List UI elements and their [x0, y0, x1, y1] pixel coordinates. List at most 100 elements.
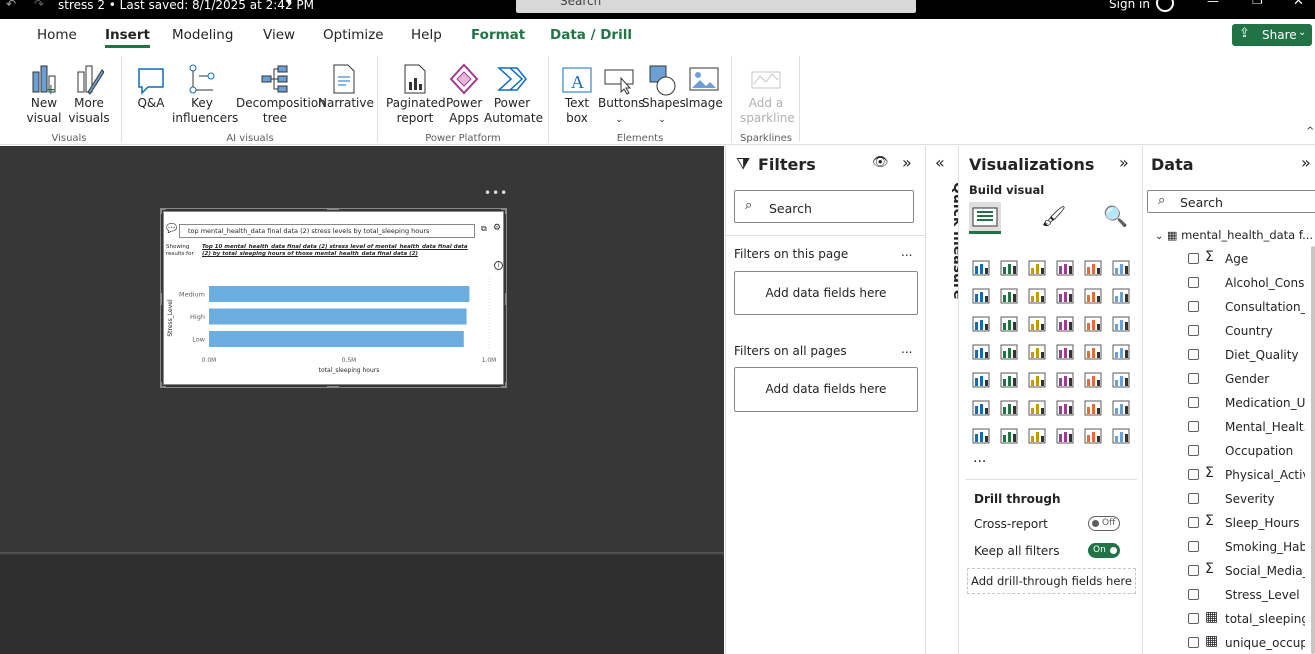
- map-visual-icon[interactable]: [999, 342, 1019, 362]
- undo-icon[interactable]: ↶: [6, 0, 16, 11]
- quick-measure-pane[interactable]: « Quick measure: [925, 146, 966, 654]
- field-checkbox[interactable]: [1188, 277, 1199, 288]
- field-checkbox[interactable]: [1188, 493, 1199, 504]
- share-button[interactable]: ⇪ Share ⌄: [1232, 24, 1312, 46]
- clustered-bar-visual-icon[interactable]: [1027, 258, 1047, 278]
- field-item[interactable]: Severity: [1143, 487, 1315, 511]
- image-button[interactable]: Image: [684, 58, 724, 111]
- 100-column-visual-icon[interactable]: [1111, 258, 1131, 278]
- resize-handle[interactable]: [501, 208, 507, 214]
- cross-report-toggle[interactable]: Off: [1088, 516, 1120, 531]
- field-item[interactable]: Diet_Quality: [1143, 343, 1315, 367]
- shapes-button[interactable]: Shapes ⌄: [642, 58, 686, 128]
- 100-bar-visual-icon[interactable]: [1083, 258, 1103, 278]
- matrix-visual-icon[interactable]: [1083, 370, 1103, 390]
- donut-visual-icon[interactable]: [1111, 314, 1131, 334]
- field-checkbox[interactable]: [1188, 253, 1199, 264]
- more-options-icon[interactable]: •••: [484, 186, 508, 200]
- ribbon-visual-icon[interactable]: [1055, 286, 1075, 306]
- eye-icon[interactable]: 👁: [872, 155, 889, 170]
- field-checkbox[interactable]: [1188, 613, 1199, 624]
- field-checkbox[interactable]: [1188, 301, 1199, 312]
- drill-through-drop[interactable]: Add drill-through fields here: [967, 568, 1136, 594]
- field-item[interactable]: Alcohol_Cons...: [1143, 271, 1315, 295]
- text-box-button[interactable]: A Text box: [559, 58, 595, 126]
- automate-2-visual-icon[interactable]: [1111, 426, 1131, 446]
- pie-visual-icon[interactable]: [1083, 314, 1103, 334]
- field-checkbox[interactable]: [1188, 469, 1199, 480]
- field-item[interactable]: Gender: [1143, 367, 1315, 391]
- collapse-data-icon[interactable]: »: [1301, 153, 1311, 172]
- goals-visual-icon[interactable]: [1111, 398, 1131, 418]
- filled-map-visual-icon[interactable]: [1027, 342, 1047, 362]
- tab-modeling[interactable]: Modeling: [172, 27, 233, 43]
- table-visual-icon[interactable]: [1055, 370, 1075, 390]
- clustered-column-visual-icon[interactable]: [1055, 258, 1075, 278]
- convert-visual-icon[interactable]: ⧉: [481, 224, 487, 234]
- format-visual-icon[interactable]: 🖌: [1041, 204, 1066, 228]
- power-automate-button[interactable]: Power Automate: [484, 58, 543, 126]
- qa-visual[interactable]: 💬 top mental_health_data final data (2) …: [163, 211, 504, 385]
- field-checkbox[interactable]: [1188, 325, 1199, 336]
- area-visual-icon[interactable]: [999, 286, 1019, 306]
- field-item[interactable]: Σ Age: [1143, 247, 1315, 271]
- minimize-icon[interactable]: —: [1207, 0, 1219, 8]
- kpi-visual-icon[interactable]: [999, 370, 1019, 390]
- tab-view[interactable]: View: [263, 27, 295, 43]
- stacked-area-visual-icon[interactable]: [1027, 286, 1047, 306]
- r-visual-visual-icon[interactable]: [1111, 370, 1131, 390]
- treemap-visual-icon[interactable]: [971, 342, 991, 362]
- resize-handle[interactable]: [160, 293, 162, 305]
- scatter-visual-icon[interactable]: [1055, 314, 1075, 334]
- resize-handle[interactable]: [160, 382, 166, 388]
- collapse-ribbon-icon[interactable]: ^: [1306, 126, 1314, 137]
- resize-handle[interactable]: [160, 208, 166, 214]
- field-checkbox[interactable]: [1188, 541, 1199, 552]
- field-item[interactable]: ▦ unique_occup...: [1143, 631, 1315, 654]
- field-item[interactable]: Occupation: [1143, 439, 1315, 463]
- new-visual-button[interactable]: + New visual: [26, 58, 62, 126]
- funnel-visual-icon[interactable]: [1027, 314, 1047, 334]
- resize-handle[interactable]: [327, 386, 339, 388]
- analytics-icon[interactable]: 🔍: [1103, 204, 1128, 228]
- settings-icon[interactable]: ⚙: [493, 223, 501, 233]
- field-item[interactable]: Σ Sleep_Hours: [1143, 511, 1315, 535]
- more-visuals-ellipsis[interactable]: ...: [973, 450, 986, 466]
- field-item[interactable]: Smoking_Habit: [1143, 535, 1315, 559]
- slicer-visual-icon[interactable]: [1027, 370, 1047, 390]
- field-item[interactable]: Country: [1143, 319, 1315, 343]
- waterfall-visual-icon[interactable]: [1083, 286, 1103, 306]
- field-item[interactable]: Σ Social_Media_...: [1143, 559, 1315, 583]
- field-item[interactable]: Σ Physical_Activi...: [1143, 463, 1315, 487]
- maximize-icon[interactable]: ❐: [1252, 0, 1263, 7]
- field-checkbox[interactable]: [1188, 589, 1199, 600]
- tab-format[interactable]: Format: [471, 27, 525, 43]
- resize-handle[interactable]: [327, 208, 339, 210]
- power-apps-2-visual-icon[interactable]: [1083, 426, 1103, 446]
- filters-this-page-more[interactable]: ...: [901, 245, 912, 259]
- azure-map-visual-icon[interactable]: [1055, 342, 1075, 362]
- qa-question-box[interactable]: top mental_health_data final data (2) st…: [179, 224, 475, 238]
- data-search-input[interactable]: ⌕ Search: [1147, 190, 1315, 213]
- redo-icon[interactable]: ↷: [34, 0, 44, 11]
- tab-help[interactable]: Help: [411, 27, 442, 43]
- field-checkbox[interactable]: [1188, 421, 1199, 432]
- multi-card-visual-icon[interactable]: [971, 370, 991, 390]
- tab-insert[interactable]: Insert: [105, 27, 150, 48]
- resize-handle[interactable]: [501, 382, 507, 388]
- card-visual-icon[interactable]: [1111, 342, 1131, 362]
- field-checkbox[interactable]: [1188, 637, 1199, 648]
- field-checkbox[interactable]: [1188, 445, 1199, 456]
- field-item[interactable]: ▦ total_sleeping...: [1143, 607, 1315, 631]
- key-influencers-visual-icon[interactable]: [999, 398, 1019, 418]
- filters-search-input[interactable]: ⌕ Search: [734, 190, 914, 223]
- filters-all-pages-more[interactable]: ...: [901, 342, 912, 356]
- buttons-button[interactable]: Buttons ⌄: [598, 58, 644, 128]
- tab-home[interactable]: Home: [37, 27, 77, 43]
- python-visual-visual-icon[interactable]: [971, 398, 991, 418]
- power-automate-visual-icon[interactable]: [1027, 426, 1047, 446]
- paginated-report-button[interactable]: Paginated report: [386, 58, 446, 126]
- key-influencers-button[interactable]: Key influencers: [172, 58, 238, 126]
- close-icon[interactable]: ✕: [1293, 0, 1304, 9]
- avatar-icon[interactable]: [1156, 0, 1174, 12]
